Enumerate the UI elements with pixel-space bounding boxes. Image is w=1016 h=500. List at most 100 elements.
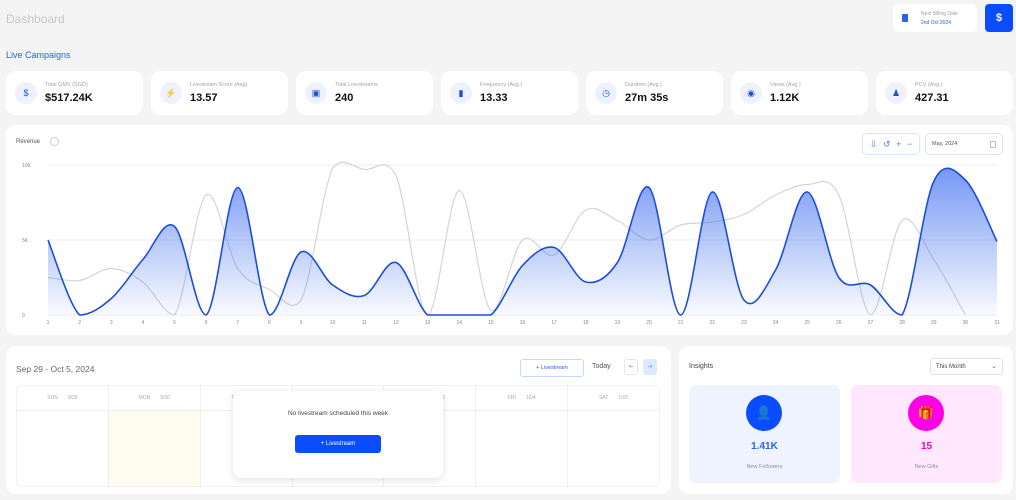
stat-value: 240 xyxy=(335,92,354,104)
add-user-icon: 👤 xyxy=(746,395,782,431)
dollar-icon: $ xyxy=(15,82,37,104)
stat-card: ◷ Duration (Avg.) 27m 35s xyxy=(586,71,723,115)
day-date: 10/5 xyxy=(618,395,629,401)
day-name: SUN xyxy=(47,395,58,401)
day-column[interactable]: SUN 9/29 xyxy=(17,386,109,486)
gifts-label: New Gifts xyxy=(914,464,939,470)
calendar-icon xyxy=(902,14,908,22)
new-gifts-tile: 🎁 15 New Gifts xyxy=(851,385,1002,483)
day-header: MON 9/30 xyxy=(108,386,200,411)
section-title: Live Campaigns xyxy=(6,50,71,60)
billing-button[interactable]: $ xyxy=(985,4,1013,32)
x-tick-label: 1 xyxy=(47,320,50,326)
followers-value: 1.41K xyxy=(751,441,778,452)
x-tick-label: 9 xyxy=(300,320,303,326)
stat-label: Total GMV (SGD) xyxy=(45,82,88,88)
x-tick-label: 10 xyxy=(330,320,336,326)
day-header: SUN 9/29 xyxy=(17,386,108,411)
stat-card: ⚡ Livestream Score (Avg) 13.57 xyxy=(151,71,288,115)
x-tick-label: 19 xyxy=(615,320,621,326)
stat-value: 427.31 xyxy=(915,92,949,104)
x-tick-label: 7 xyxy=(236,320,239,326)
x-tick-label: 17 xyxy=(551,320,557,326)
y-tick-label: 5K xyxy=(22,238,29,244)
stat-label: Duration (Avg.) xyxy=(625,82,662,88)
clock-icon: ◷ xyxy=(595,82,617,104)
series-current-area xyxy=(48,168,997,315)
x-tick-label: 23 xyxy=(741,320,747,326)
billing-date: 2nd Oct 2024 xyxy=(921,20,952,26)
stat-value: 13.33 xyxy=(480,92,508,104)
day-name: MON xyxy=(138,395,151,401)
stat-label: Total Livestreams xyxy=(335,82,378,88)
day-date: 10/4 xyxy=(525,395,536,401)
stat-value: 27m 35s xyxy=(625,92,669,104)
stat-card: $ Total GMV (SGD) $517.24K xyxy=(6,71,143,115)
x-tick-label: 22 xyxy=(710,320,716,326)
stat-value: $517.24K xyxy=(45,92,93,104)
date-range: Sep 29 - Oct 5, 2024 xyxy=(16,364,95,374)
stat-label: Frequency (Avg.) xyxy=(480,82,523,88)
revenue-chart-card: Revenue ⇩ ↺ + − May, 2024 0 5K 10K 1 2 3 4 5 6 7 8… xyxy=(6,125,1013,335)
insights-title: Insights xyxy=(689,363,714,370)
x-tick-label: 4 xyxy=(142,320,145,326)
x-tick-label: 30 xyxy=(963,320,969,326)
x-tick-label: 24 xyxy=(773,320,779,326)
x-tick-label: 13 xyxy=(425,320,431,326)
stat-label: Livestream Score (Avg) xyxy=(190,82,248,88)
user-icon: ♟ xyxy=(885,82,907,104)
day-column[interactable]: FRI 10/4 xyxy=(476,386,569,486)
y-tick-label: 10K xyxy=(22,163,32,169)
day-name: FRI xyxy=(507,395,516,401)
next-week-button[interactable]: -> xyxy=(643,359,657,375)
day-date: 9/30 xyxy=(160,395,170,401)
x-tick-label: 15 xyxy=(488,320,494,326)
stat-label: PCV (Avg.) xyxy=(915,82,943,88)
x-tick-label: 2 xyxy=(78,320,81,326)
stat-label: Views (Avg.) xyxy=(770,82,801,88)
today-button[interactable]: Today xyxy=(592,363,611,370)
bolt-icon: ⚡ xyxy=(160,82,182,104)
stat-card: ♟ PCV (Avg.) 427.31 xyxy=(876,71,1013,115)
x-tick-label: 5 xyxy=(173,320,176,326)
period-value: This Month xyxy=(936,364,966,370)
day-header: SAT 10/5 xyxy=(568,386,659,411)
stat-card: ▣ Total Livestreams 240 xyxy=(296,71,433,115)
insights-card: Insights This Month ⌄ 👤 1.41K New Follow… xyxy=(679,346,1013,494)
x-tick-label: 21 xyxy=(678,320,684,326)
followers-label: New Followers xyxy=(746,464,783,470)
x-tick-label: 8 xyxy=(268,320,271,326)
period-select[interactable]: This Month ⌄ xyxy=(930,358,1003,375)
x-tick-label: 14 xyxy=(456,320,462,326)
y-tick-label: 0 xyxy=(22,313,25,319)
x-tick-label: 3 xyxy=(110,320,113,326)
stat-value: 1.12K xyxy=(770,92,800,104)
x-tick-label: 18 xyxy=(583,320,589,326)
chevron-down-icon: ⌄ xyxy=(991,363,997,370)
day-column[interactable]: SAT 10/5 xyxy=(568,386,659,486)
x-tick-label: 29 xyxy=(931,320,937,326)
x-tick-label: 16 xyxy=(520,320,526,326)
billing-label: Next Billing Date xyxy=(921,11,958,17)
x-tick-label: 26 xyxy=(836,320,842,326)
video-icon: ▣ xyxy=(305,82,327,104)
stat-card: ▮ Frequency (Avg.) 13.33 xyxy=(441,71,578,115)
revenue-chart: 05K10K1 2 3 4 5 6 7 8 9 10 11 12 13 14 15 16 17 18 19 20 21 2… xyxy=(22,161,1000,326)
x-tick-label: 27 xyxy=(868,320,874,326)
empty-state-popup: No livestream scheduled this week + Live… xyxy=(233,391,443,478)
prev-week-button[interactable]: <- xyxy=(624,359,638,375)
x-tick-label: 12 xyxy=(393,320,399,326)
create-livestream-button[interactable]: + Livestream xyxy=(295,435,381,453)
gift-icon: 🎁 xyxy=(908,395,944,431)
add-livestream-button[interactable]: + Livestream xyxy=(520,359,584,377)
day-header: FRI 10/4 xyxy=(476,386,568,411)
gifts-value: 15 xyxy=(920,441,933,452)
next-billing-date: Next Billing Date 2nd Oct 2024 xyxy=(893,4,977,32)
x-tick-label: 6 xyxy=(205,320,208,326)
x-tick-label: 11 xyxy=(362,320,367,326)
bar-chart-icon: ▮ xyxy=(450,82,472,104)
empty-message: No livestream scheduled this week xyxy=(287,410,389,417)
new-followers-tile: 👤 1.41K New Followers xyxy=(689,385,840,483)
x-tick-label: 28 xyxy=(899,320,905,326)
day-column[interactable]: MON 9/30 xyxy=(108,386,201,486)
